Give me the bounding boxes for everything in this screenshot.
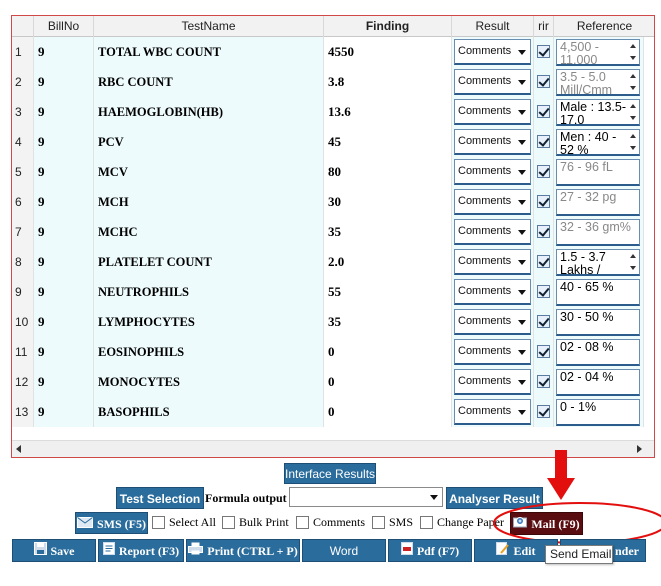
- save-label: Save: [50, 544, 75, 558]
- save-button[interactable]: Save: [12, 539, 96, 562]
- print-label: Print (CTRL + P): [207, 544, 298, 558]
- report-button[interactable]: Report (F3): [98, 539, 184, 562]
- pdf-icon: [400, 540, 413, 561]
- edit-pencil-icon: [496, 540, 510, 561]
- report-doc-icon: [102, 540, 115, 561]
- printer-icon: [188, 540, 204, 561]
- print-button[interactable]: Print (CTRL + P): [186, 539, 300, 562]
- edit-label: Edit: [513, 544, 536, 558]
- pdf-button[interactable]: Pdf (F7): [388, 539, 472, 562]
- report-label: Report (F3): [118, 544, 180, 558]
- pdf-label: Pdf (F7): [416, 544, 460, 558]
- save-disk-icon: [33, 540, 47, 561]
- word-button[interactable]: Word: [302, 539, 386, 562]
- lab-report-window: BillNo TestName Finding Result rir Refer…: [0, 0, 661, 586]
- send-email-tooltip: Send Email: [545, 545, 613, 564]
- annotation-ellipse: [493, 502, 661, 544]
